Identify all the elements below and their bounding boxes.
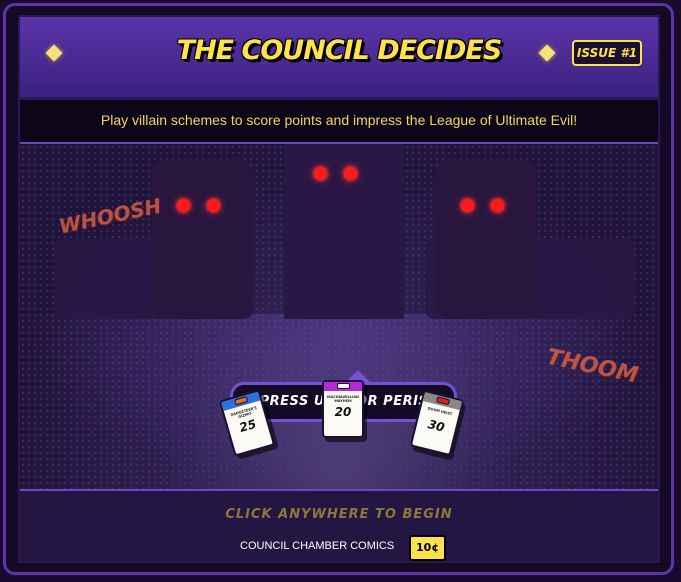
- card-2-name: MACHIAVELLIAN MAYHEM: [327, 395, 359, 403]
- right-villain-right-eye: [491, 199, 504, 212]
- left-villain-right-eye: [207, 199, 220, 212]
- game-frame: THE COUNCIL DECIDES ISSUE #1 Play villai…: [3, 3, 674, 575]
- card-3-points: 30: [426, 417, 447, 435]
- footer-bar: CLICK ANYWHERE TO BEGIN COUNCIL CHAMBER …: [20, 489, 658, 561]
- left-villain-left-eye: [177, 199, 190, 212]
- title-banner: THE COUNCIL DECIDES ISSUE #1: [20, 17, 658, 100]
- council-stage[interactable]: WHOOSH THOOM IMPRESS US... OR PERISH! GA…: [20, 144, 658, 489]
- center-villain-left-eye: [314, 167, 327, 180]
- left-villain-silhouette: [152, 159, 252, 319]
- scheme-card-2[interactable]: MACHIAVELLIAN MAYHEM 20: [322, 380, 364, 438]
- card-2-tab: [337, 383, 350, 389]
- price-badge: 10¢: [409, 535, 446, 561]
- center-villain-right-eye: [344, 167, 357, 180]
- card-2-points: 20: [334, 405, 352, 419]
- game-screen[interactable]: THE COUNCIL DECIDES ISSUE #1 Play villai…: [18, 15, 660, 563]
- right-villain-left-eye: [461, 199, 474, 212]
- publisher-label: COUNCIL CHAMBER COMICS: [240, 540, 395, 552]
- game-title: THE COUNCIL DECIDES: [176, 35, 503, 66]
- right-villain-silhouette: [436, 159, 536, 319]
- issue-badge: ISSUE #1: [572, 40, 642, 66]
- tagline-bar: Play villain schemes to score points and…: [20, 100, 658, 144]
- tagline: Play villain schemes to score points and…: [100, 112, 578, 128]
- click-to-begin-prompt[interactable]: CLICK ANYWHERE TO BEGIN: [20, 507, 658, 522]
